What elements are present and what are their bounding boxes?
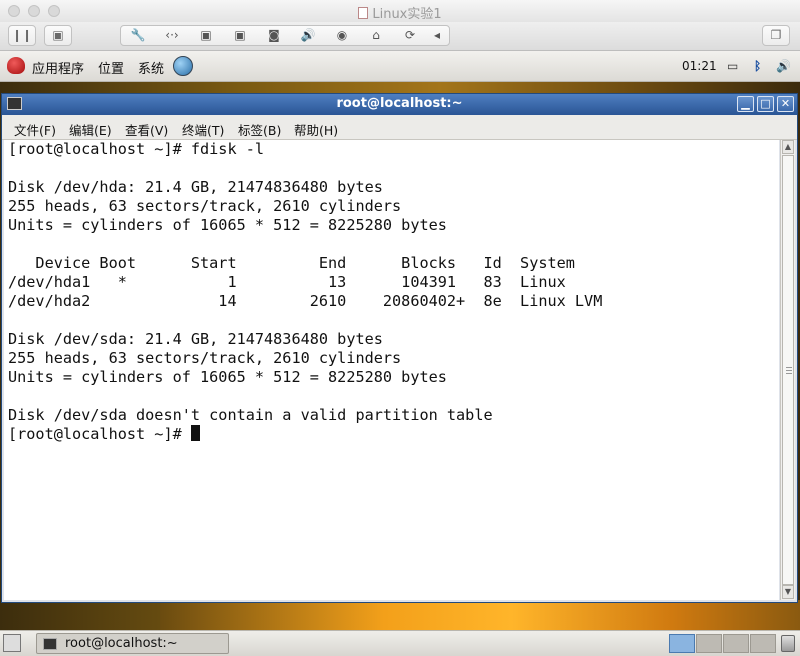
vm-toolbar: ❙❙ ▣ 🔧 ‹·› ▣ ▣ ◙ 🔊 ◉ ⌂ ⟳ ◂ ❐ — [0, 22, 800, 51]
minimize-button[interactable]: ▁ — [737, 96, 754, 112]
menu-tabs[interactable]: 标签(B) — [238, 120, 281, 139]
maximize-button[interactable]: □ — [757, 96, 774, 112]
taskbar-terminal-label: root@localhost:~ — [65, 636, 178, 651]
arrow-left-icon[interactable]: ◂ — [427, 26, 447, 45]
scroll-grip — [786, 367, 792, 368]
redhat-logo-icon — [7, 57, 25, 74]
sound-icon[interactable]: 🔊 — [291, 26, 325, 45]
terminal-line: /dev/hda1 * 1 13 104391 83 Linux — [8, 273, 566, 291]
terminal-output[interactable]: [root@localhost ~]# fdisk -l Disk /dev/h… — [4, 140, 779, 600]
terminal-cursor — [190, 425, 200, 441]
desktop-wallpaper-highlight — [160, 600, 800, 630]
window-mode-button[interactable]: ❐ — [762, 25, 790, 46]
disk-icon[interactable]: ▣ — [223, 26, 257, 45]
pause-button[interactable]: ❙❙ — [8, 25, 36, 46]
bluetooth-icon[interactable]: ᛒ — [754, 59, 761, 73]
terminal-window: root@localhost:~ ▁ □ ✕ 文件(F) 编辑(E) 查看(V)… — [1, 93, 798, 603]
menu-places[interactable]: 位置 — [98, 58, 124, 77]
camera-icon[interactable]: ◉ — [325, 26, 359, 45]
scroll-down-button[interactable]: ▼ — [782, 585, 794, 599]
terminal-title: root@localhost:~ — [336, 96, 463, 111]
scroll-thumb[interactable] — [782, 155, 794, 585]
menu-view[interactable]: 查看(V) — [125, 120, 168, 139]
menu-edit[interactable]: 编辑(E) — [69, 120, 112, 139]
document-icon — [358, 7, 369, 19]
terminal-line: Disk /dev/hda: 21.4 GB, 21474836480 byte… — [8, 178, 383, 196]
terminal-prompt: [root@localhost ~]# — [8, 425, 191, 443]
wrench-icon[interactable]: 🔧 — [121, 26, 155, 45]
terminal-prompt-line: [root@localhost ~]# — [8, 425, 200, 444]
vm-window-title: Linux实验1 — [0, 3, 800, 22]
terminal-line: Disk /dev/sda: 21.4 GB, 21474836480 byte… — [8, 330, 383, 348]
terminal-line: Device Boot Start End Blocks Id System — [8, 254, 575, 272]
terminal-line: 255 heads, 63 sectors/track, 2610 cylind… — [8, 197, 402, 215]
show-desktop-button[interactable] — [3, 634, 21, 652]
terminal-menubar: 文件(F) 编辑(E) 查看(V) 终端(T) 标签(B) 帮助(H) — [2, 115, 797, 140]
terminal-line: [root@localhost ~]# fdisk -l — [8, 140, 265, 158]
gnome-top-panel: 应用程序 位置 系统 01:21 ▭ ᛒ 🔊 — [0, 51, 800, 82]
workspace-2[interactable] — [696, 634, 722, 653]
volume-icon[interactable]: 🔊 — [776, 59, 791, 73]
hdd-icon[interactable]: ◙ — [257, 26, 291, 45]
window-icon: ❐ — [770, 28, 782, 42]
terminal-line: Disk /dev/sda doesn't contain a valid pa… — [8, 406, 493, 424]
workspace-3[interactable] — [723, 634, 749, 653]
mouse-icon[interactable]: ⌂ — [359, 26, 393, 45]
menu-terminal[interactable]: 终端(T) — [182, 120, 224, 139]
workspace-4[interactable] — [750, 634, 776, 653]
workspace-1[interactable] — [669, 634, 695, 653]
snapshot-button[interactable]: ▣ — [44, 25, 72, 46]
menu-system[interactable]: 系统 — [138, 58, 164, 77]
menu-file[interactable]: 文件(F) — [14, 120, 56, 139]
scroll-grip — [786, 373, 792, 374]
terminal-line: 255 heads, 63 sectors/track, 2610 cylind… — [8, 349, 402, 367]
network-icon[interactable]: ▭ — [727, 59, 738, 73]
terminal-line: Units = cylinders of 16065 * 512 = 82252… — [8, 216, 447, 234]
terminal-icon — [43, 638, 57, 650]
web-browser-launcher-icon[interactable] — [173, 56, 193, 76]
terminal-line: Units = cylinders of 16065 * 512 = 82252… — [8, 368, 447, 386]
menu-applications[interactable]: 应用程序 — [32, 58, 84, 77]
scroll-grip — [786, 370, 792, 371]
menu-help[interactable]: 帮助(H) — [294, 120, 338, 139]
taskbar-terminal-button[interactable]: root@localhost:~ — [36, 633, 229, 654]
device-toolbar-group: 🔧 ‹·› ▣ ▣ ◙ 🔊 ◉ ⌂ ⟳ ◂ — [120, 25, 450, 46]
terminal-titlebar[interactable]: root@localhost:~ ▁ □ ✕ — [2, 94, 797, 115]
terminal-line: /dev/hda2 14 2610 20860402+ 8e Linux LVM — [8, 292, 603, 310]
panel-clock[interactable]: 01:21 — [682, 59, 717, 73]
vertical-scrollbar[interactable]: ▲ ▼ — [780, 140, 795, 600]
snapshot-icon: ▣ — [52, 28, 64, 42]
scroll-up-button[interactable]: ▲ — [782, 140, 794, 154]
floppy-icon[interactable]: ▣ — [189, 26, 223, 45]
gnome-bottom-panel: root@localhost:~ — [0, 630, 800, 656]
refresh-icon[interactable]: ⟳ — [393, 26, 427, 45]
vm-titlebar: Linux实验1 — [0, 0, 800, 23]
close-button[interactable]: ✕ — [777, 96, 794, 112]
arrows-icon[interactable]: ‹·› — [155, 26, 189, 45]
trash-icon[interactable] — [781, 635, 795, 652]
pause-icon: ❙❙ — [11, 28, 33, 42]
